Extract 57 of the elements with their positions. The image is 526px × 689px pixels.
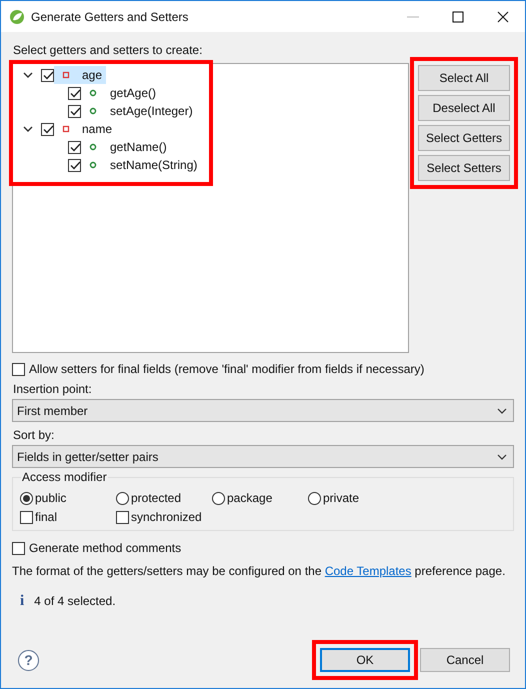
side-button[interactable]: Select All (418, 65, 510, 91)
group-title: Access modifier (21, 470, 108, 484)
tree-item[interactable]: getName() (81, 138, 171, 156)
radio-label: public (35, 491, 66, 505)
method-circle-icon (89, 107, 97, 115)
dropdown-chevron-icon (497, 408, 507, 414)
checkbox[interactable] (68, 86, 81, 100)
checkbox-label: Allow setters for final fields (remove 'final' modifier from fields if necessary) (29, 362, 424, 376)
window-title: Generate Getters and Setters (31, 10, 188, 24)
radio-button[interactable] (308, 492, 321, 504)
radio-label: private (323, 491, 360, 505)
dropdown[interactable]: Fields in getter/setter pairs (12, 445, 514, 468)
checkbox[interactable] (12, 542, 25, 554)
info-text: The format of the getters/setters may be configured on the Code Templates preference page. (12, 563, 506, 579)
checkbox[interactable] (20, 510, 33, 524)
dialog-button[interactable]: OK (320, 648, 410, 672)
side-button[interactable]: Deselect All (418, 95, 510, 121)
radio-button[interactable] (20, 492, 33, 504)
dropdown-chevron-icon (497, 454, 507, 460)
method-circle-icon (89, 161, 97, 169)
side-button[interactable]: Select Getters (418, 125, 510, 151)
radio-button[interactable] (212, 492, 225, 504)
tree-item[interactable]: getAge() (81, 84, 160, 102)
checkbox[interactable] (68, 158, 81, 172)
checkbox-label: Generate method comments (29, 541, 182, 555)
info-icon: i (20, 593, 24, 609)
checkbox[interactable] (68, 140, 81, 154)
field-label: Insertion point: (13, 382, 93, 396)
checkbox-label: final (35, 510, 58, 524)
field-square-icon (62, 125, 70, 133)
tree-item[interactable]: setName(String) (81, 156, 202, 174)
code-templates-link[interactable]: Code Templates (324, 564, 412, 578)
close-icon (497, 10, 509, 22)
method-circle-icon (89, 143, 97, 151)
tree-item[interactable]: name (54, 120, 116, 138)
method-circle-icon (89, 89, 97, 97)
side-button[interactable]: Select Setters (418, 155, 510, 181)
tree-label: Select getters and setters to create: (13, 43, 204, 57)
help-icon[interactable]: ? (18, 650, 39, 670)
checkbox[interactable] (116, 510, 129, 524)
checkbox[interactable] (41, 68, 54, 82)
dropdown[interactable]: First member (12, 399, 514, 422)
leaf-logo-icon (9, 8, 25, 24)
status-text: 4 of 4 selected. (34, 594, 116, 608)
field-label: Sort by: (13, 428, 56, 442)
radio-button[interactable] (116, 492, 129, 504)
tree-item[interactable]: setAge(Integer) (81, 102, 197, 120)
tree-item[interactable]: age (54, 66, 106, 84)
maximize-icon (452, 10, 464, 22)
radio-label: protected (131, 491, 182, 505)
field-square-icon (62, 71, 70, 79)
dialog-button[interactable]: Cancel (420, 648, 510, 672)
checkbox[interactable] (68, 104, 81, 118)
checkbox[interactable] (41, 122, 54, 136)
checkbox-label: synchronized (131, 510, 202, 524)
radio-label: package (227, 491, 272, 505)
checkbox[interactable] (12, 362, 25, 376)
